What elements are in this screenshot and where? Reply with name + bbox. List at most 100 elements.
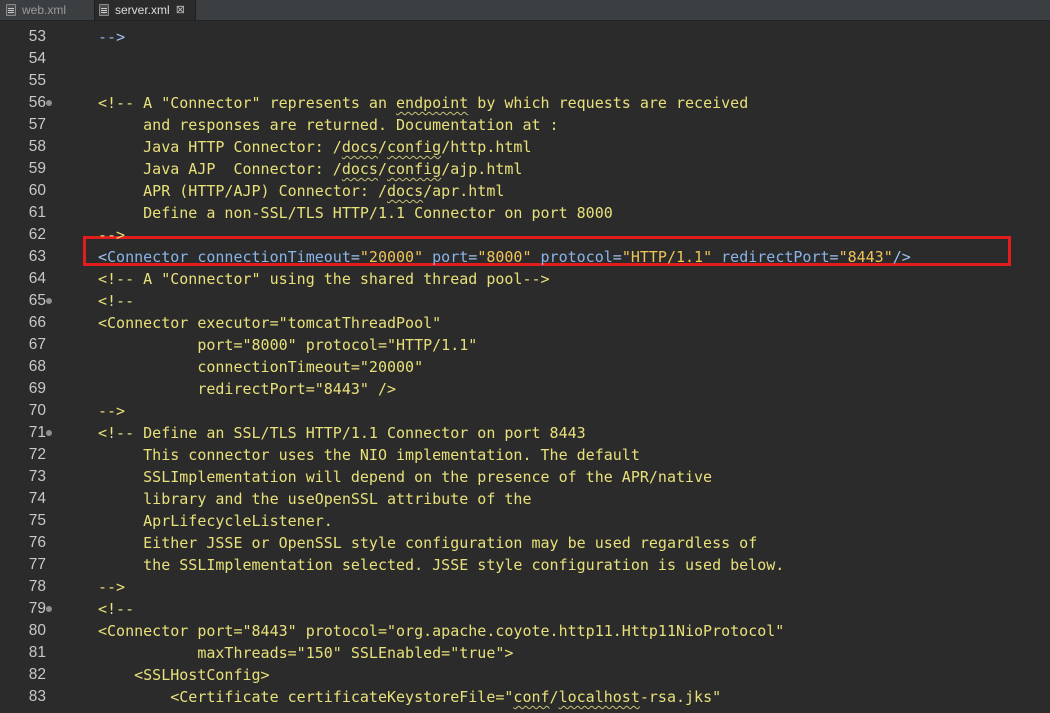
line-number: 81 xyxy=(28,644,46,661)
code-line: 77 the SSLImplementation selected. JSSE … xyxy=(0,554,1050,576)
code-text: --> xyxy=(98,226,126,244)
line-number: 78 xyxy=(28,578,46,595)
code-line: 76 Either JSSE or OpenSSL style configur… xyxy=(0,532,1050,554)
line-number: 79 xyxy=(28,600,46,617)
code-line: 54 xyxy=(0,48,1050,70)
code-text: <!-- xyxy=(98,600,135,618)
code-line: 69 redirectPort="8443" /> xyxy=(0,378,1050,400)
code-text: port="8000" protocol="HTTP/1.1" xyxy=(98,336,478,354)
code-text: --> xyxy=(98,402,126,420)
code-text: Java HTTP Connector: /docs/config/http.h… xyxy=(98,138,532,156)
tab-server-xml[interactable]: server.xml ⊠ xyxy=(94,0,196,20)
line-number: 63 xyxy=(28,248,46,265)
code-text: redirectPort="8443" /> xyxy=(98,380,397,398)
line-number: 59 xyxy=(28,160,46,177)
line-number: 65 xyxy=(28,292,46,309)
code-text: <!-- xyxy=(98,292,135,310)
code-line: 55 xyxy=(0,70,1050,92)
code-line: 64 <!-- A "Connector" using the shared th… xyxy=(0,268,1050,290)
line-number: 75 xyxy=(28,512,46,529)
line-number: 53 xyxy=(28,28,46,45)
code-line: 83 <Certificate certificateKeystoreFile=… xyxy=(0,686,1050,708)
line-number: 61 xyxy=(28,204,46,221)
code-line: 59 Java AJP Connector: /docs/config/ajp.… xyxy=(0,158,1050,180)
code-text: and responses are returned. Documentatio… xyxy=(98,116,559,134)
code-text: This connector uses the NIO implementati… xyxy=(98,446,640,464)
code-line: 71 <!-- Define an SSL/TLS HTTP/1.1 Connec… xyxy=(0,422,1050,444)
code-line: 74 library and the useOpenSSL attribute … xyxy=(0,488,1050,510)
code-text: --> xyxy=(98,578,126,596)
code-text: <!-- Define an SSL/TLS HTTP/1.1 Connecto… xyxy=(98,424,586,442)
code-text: maxThreads="150" SSLEnabled="true"> xyxy=(98,644,514,662)
line-number: 58 xyxy=(28,138,46,155)
code-text: <Connector port="8443" protocol="org.apa… xyxy=(98,622,785,640)
line-number: 73 xyxy=(28,468,46,485)
code-line: 81 maxThreads="150" SSLEnabled="true"> xyxy=(0,642,1050,664)
fold-toggle-icon[interactable] xyxy=(46,298,52,304)
code-text: <Connector connectionTimeout="20000" por… xyxy=(98,248,911,266)
fold-toggle-icon[interactable] xyxy=(46,430,52,436)
code-line: 82 <SSLHostConfig> xyxy=(0,664,1050,686)
code-editor[interactable]: 53 --> 54 55 56 <!-- A "Connector" represents… xyxy=(0,21,1050,713)
line-number: 76 xyxy=(28,534,46,551)
line-number: 71 xyxy=(28,424,46,441)
code-text: connectionTimeout="20000" xyxy=(98,358,424,376)
code-text: <Certificate certificateKeystoreFile="co… xyxy=(98,688,722,706)
editor-tab-bar: web.xml server.xml ⊠ xyxy=(0,0,1050,21)
code-text: Define a non-SSL/TLS HTTP/1.1 Connector … xyxy=(98,204,613,222)
fold-toggle-icon[interactable] xyxy=(46,100,52,106)
code-text: APR (HTTP/AJP) Connector: /docs/apr.html xyxy=(98,182,505,200)
line-number: 69 xyxy=(28,380,46,397)
line-number: 68 xyxy=(28,358,46,375)
line-number: 80 xyxy=(28,622,46,639)
code-text: AprLifecycleListener. xyxy=(98,512,333,530)
code-text: Either JSSE or OpenSSL style configurati… xyxy=(98,534,758,552)
code-line: 73 SSLImplementation will depend on the … xyxy=(0,466,1050,488)
code-line: 63 <Connector connectionTimeout="20000" p… xyxy=(0,246,1050,268)
line-number: 70 xyxy=(28,402,46,419)
line-number: 57 xyxy=(28,116,46,133)
code-line: 78 --> xyxy=(0,576,1050,598)
code-text: <!-- A "Connector" using the shared thre… xyxy=(98,270,550,288)
code-line: 75 AprLifecycleListener. xyxy=(0,510,1050,532)
code-line: 60 APR (HTTP/AJP) Connector: /docs/apr.h… xyxy=(0,180,1050,202)
tab-web-xml[interactable]: web.xml xyxy=(6,0,90,20)
line-number: 64 xyxy=(28,270,46,287)
code-line: 66 <Connector executor="tomcatThreadPool" xyxy=(0,312,1050,334)
line-number: 62 xyxy=(28,226,46,243)
code-line: 79 <!-- xyxy=(0,598,1050,620)
code-text: Java AJP Connector: /docs/config/ajp.htm… xyxy=(98,160,523,178)
line-number: 60 xyxy=(28,182,46,199)
tab-label: server.xml xyxy=(115,2,170,17)
code-line: 70 --> xyxy=(0,400,1050,422)
line-number: 74 xyxy=(28,490,46,507)
code-line: 80 <Connector port="8443" protocol="org.a… xyxy=(0,620,1050,642)
code-text: library and the useOpenSSL attribute of … xyxy=(98,490,532,508)
line-number: 77 xyxy=(28,556,46,573)
line-number: 83 xyxy=(28,688,46,705)
code-text: <Connector executor="tomcatThreadPool" xyxy=(98,314,442,332)
fold-toggle-icon[interactable] xyxy=(46,606,52,612)
xml-file-icon xyxy=(6,4,16,16)
line-number: 54 xyxy=(28,50,46,67)
code-text: --> xyxy=(98,28,126,46)
code-text: <SSLHostConfig> xyxy=(98,666,270,684)
line-number: 72 xyxy=(28,446,46,463)
editor-window: web.xml server.xml ⊠ 53 --> 54 55 56 <!-- A "… xyxy=(0,0,1050,713)
code-line: 67 port="8000" protocol="HTTP/1.1" xyxy=(0,334,1050,356)
code-line: 72 This connector uses the NIO implement… xyxy=(0,444,1050,466)
code-text: SSLImplementation will depend on the pre… xyxy=(98,468,713,486)
line-number: 55 xyxy=(28,72,46,89)
xml-file-icon xyxy=(99,4,109,16)
line-number: 67 xyxy=(28,336,46,353)
close-icon[interactable]: ⊠ xyxy=(176,1,185,20)
code-line: 57 and responses are returned. Documenta… xyxy=(0,114,1050,136)
code-text: <!-- A "Connector" represents an endpoin… xyxy=(98,94,749,112)
code-line: 65 <!-- xyxy=(0,290,1050,312)
line-number: 82 xyxy=(28,666,46,683)
code-line: 62 --> xyxy=(0,224,1050,246)
code-line: 58 Java HTTP Connector: /docs/config/htt… xyxy=(0,136,1050,158)
line-number: 56 xyxy=(28,94,46,111)
code-line: 61 Define a non-SSL/TLS HTTP/1.1 Connect… xyxy=(0,202,1050,224)
code-line: 53 --> xyxy=(0,26,1050,48)
